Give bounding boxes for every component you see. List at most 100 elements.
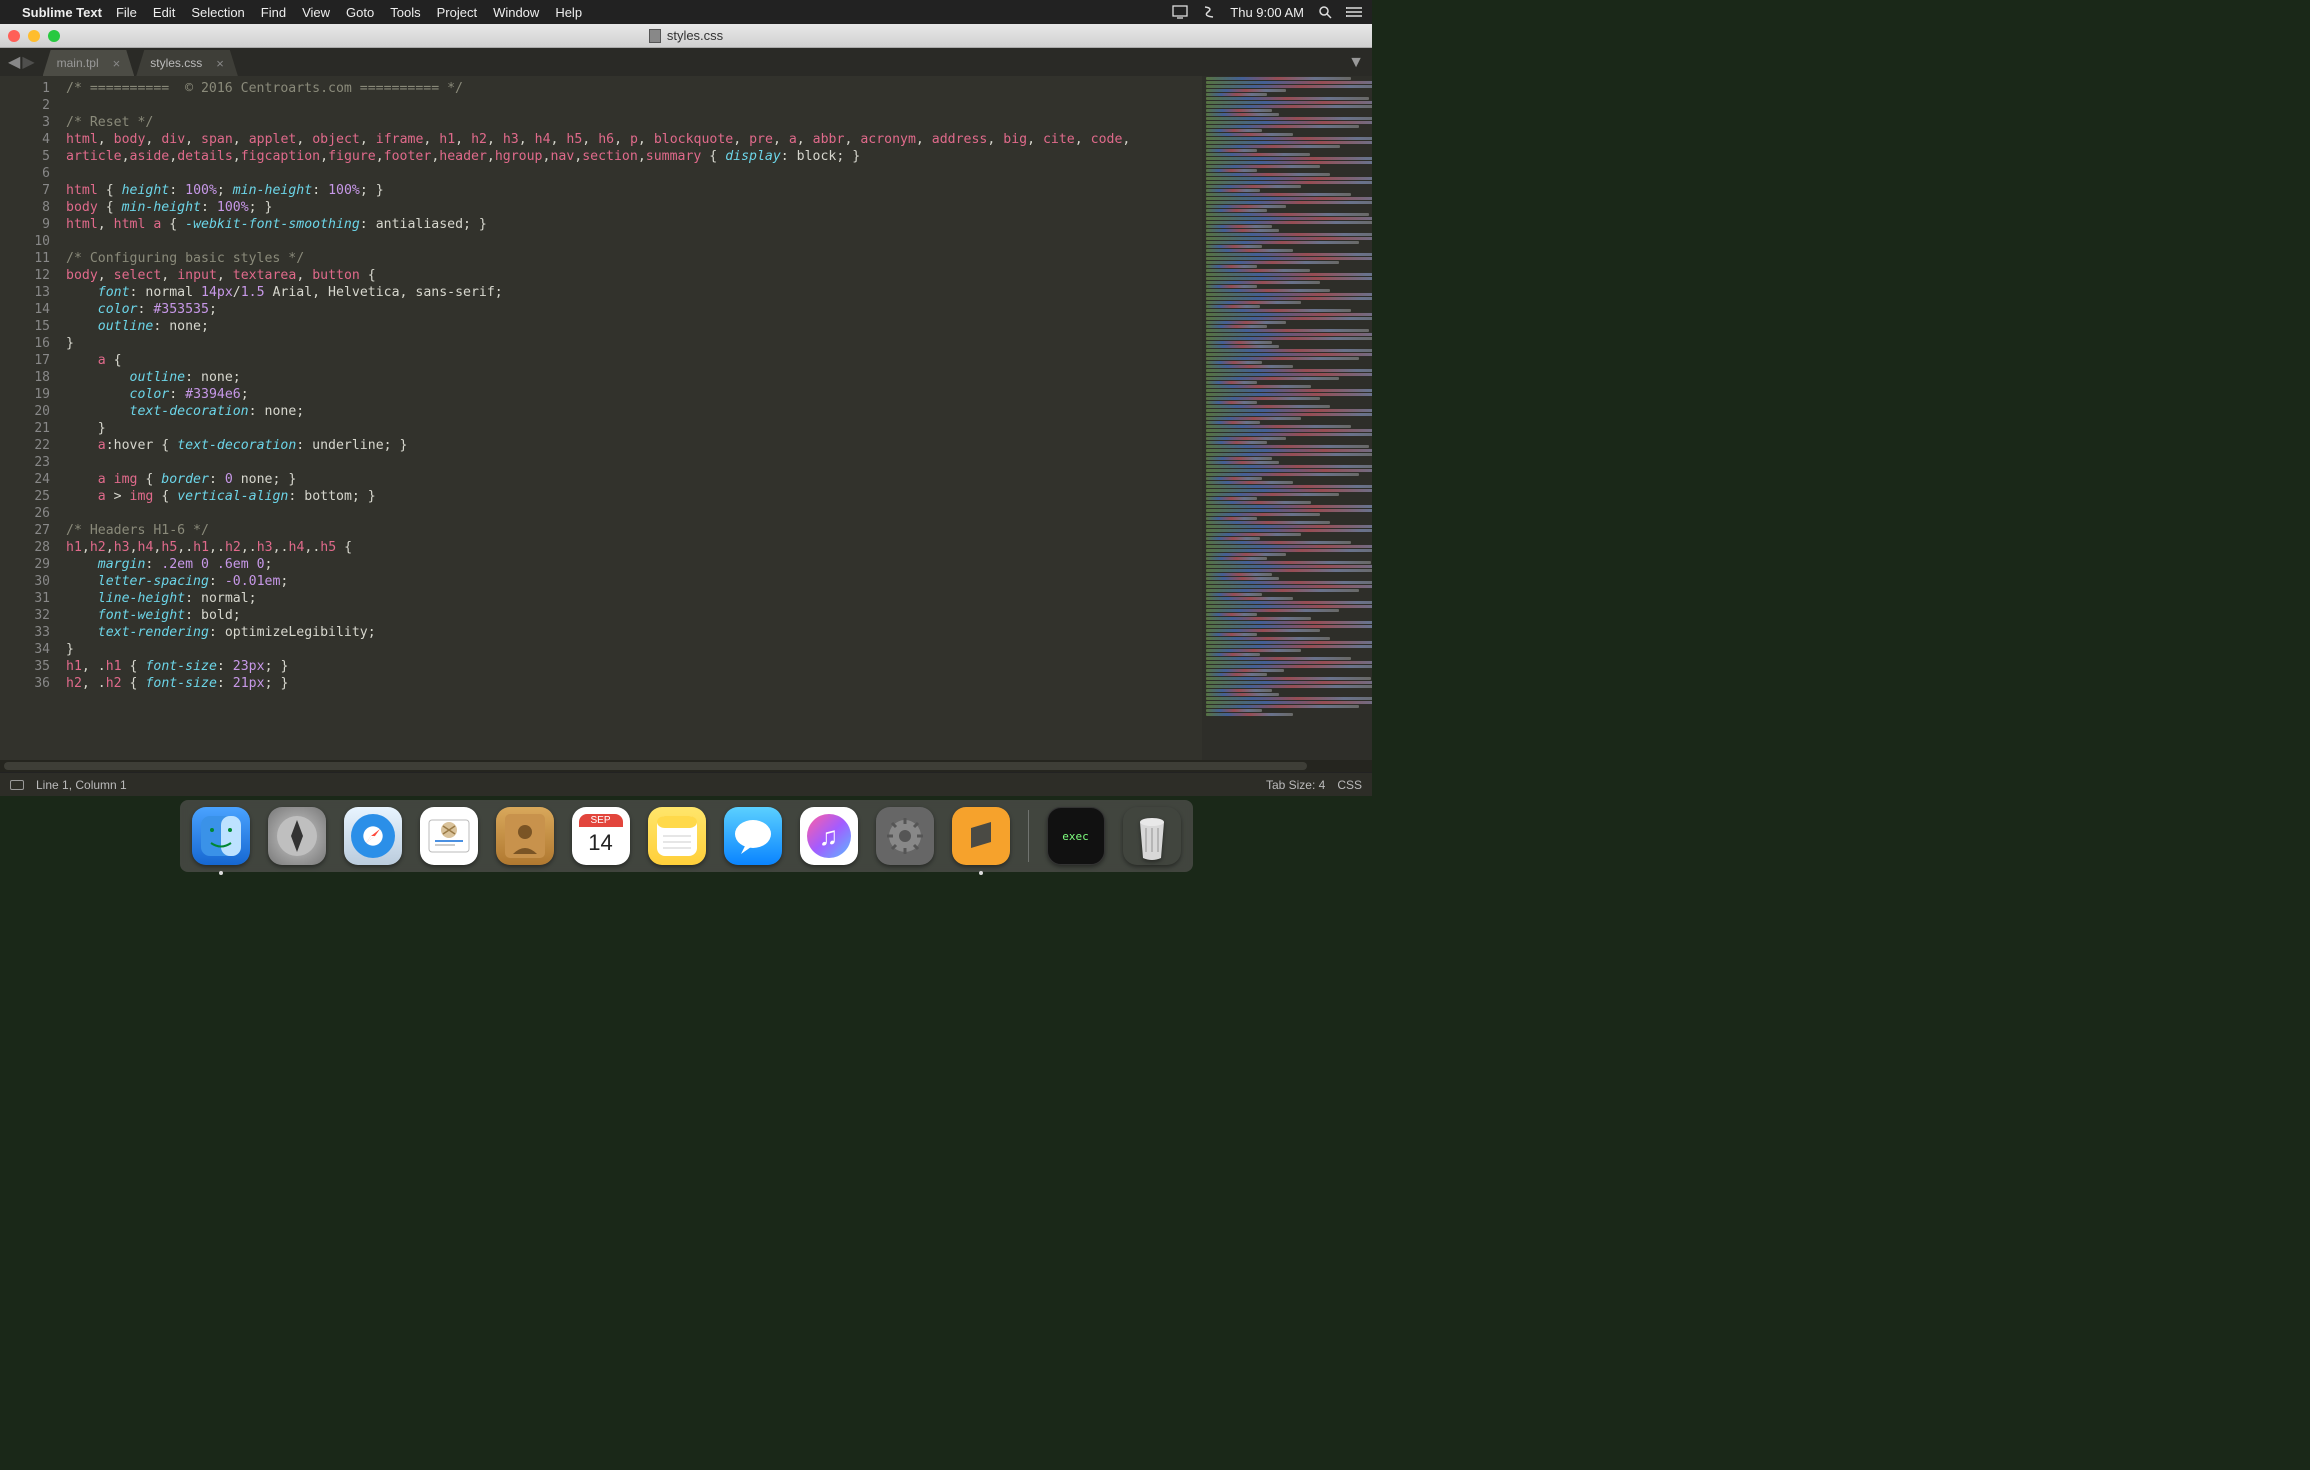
close-tab-icon[interactable]: ×: [113, 56, 121, 71]
tab-overflow-icon[interactable]: ▼: [1348, 54, 1364, 72]
code-line[interactable]: html, html a { -webkit-font-smoothing: a…: [66, 216, 1202, 233]
code-line[interactable]: body, select, input, textarea, button {: [66, 267, 1202, 284]
dock-itunes[interactable]: ♫: [800, 807, 858, 865]
menu-extras-icon[interactable]: [1346, 6, 1362, 18]
dock-system-preferences[interactable]: [876, 807, 934, 865]
code-line[interactable]: color: #353535;: [66, 301, 1202, 318]
code-line[interactable]: /* Headers H1-6 */: [66, 522, 1202, 539]
dock-terminal[interactable]: exec: [1047, 807, 1105, 865]
running-indicator: [219, 871, 223, 875]
tab-main-tpl[interactable]: main.tpl ×: [43, 50, 135, 76]
close-window-button[interactable]: [8, 30, 20, 42]
code-area[interactable]: /* ========== © 2016 Centroarts.com ====…: [60, 76, 1202, 760]
line-number: 32: [0, 607, 50, 624]
menu-goto[interactable]: Goto: [346, 5, 374, 20]
nav-forward-icon[interactable]: ▶: [22, 52, 34, 72]
dock-launchpad[interactable]: [268, 807, 326, 865]
spotlight-icon[interactable]: [1318, 5, 1332, 19]
tab-styles-css[interactable]: styles.css ×: [136, 50, 238, 76]
close-tab-icon[interactable]: ×: [216, 56, 224, 71]
line-number: 20: [0, 403, 50, 420]
line-number-gutter: 1234567891011121314151617181920212223242…: [0, 76, 60, 760]
minimap[interactable]: [1202, 76, 1372, 760]
code-line[interactable]: letter-spacing: -0.01em;: [66, 573, 1202, 590]
code-line[interactable]: text-rendering: optimizeLegibility;: [66, 624, 1202, 641]
line-number: 7: [0, 182, 50, 199]
code-line[interactable]: body { min-height: 100%; }: [66, 199, 1202, 216]
code-line[interactable]: color: #3394e6;: [66, 386, 1202, 403]
menu-view[interactable]: View: [302, 5, 330, 20]
code-line[interactable]: html, body, div, span, applet, object, i…: [66, 131, 1202, 148]
dock-notes[interactable]: [648, 807, 706, 865]
code-line[interactable]: /* Configuring basic styles */: [66, 250, 1202, 267]
script-menu-icon[interactable]: [1202, 5, 1216, 19]
calendar-month: SEP: [579, 814, 623, 827]
dock-safari[interactable]: [344, 807, 402, 865]
code-line[interactable]: margin: .2em 0 .6em 0;: [66, 556, 1202, 573]
dock-mail[interactable]: [420, 807, 478, 865]
line-number: 25: [0, 488, 50, 505]
code-line[interactable]: article,aside,details,figcaption,figure,…: [66, 148, 1202, 165]
menu-selection[interactable]: Selection: [191, 5, 244, 20]
line-number: 26: [0, 505, 50, 522]
code-line[interactable]: }: [66, 641, 1202, 658]
menu-window[interactable]: Window: [493, 5, 539, 20]
window-title: styles.css: [667, 28, 723, 43]
menu-file[interactable]: File: [116, 5, 137, 20]
menu-help[interactable]: Help: [555, 5, 582, 20]
code-line[interactable]: h1, .h1 { font-size: 23px; }: [66, 658, 1202, 675]
code-line[interactable]: [66, 233, 1202, 250]
code-line[interactable]: outline: none;: [66, 318, 1202, 335]
code-line[interactable]: [66, 97, 1202, 114]
code-line[interactable]: /* Reset */: [66, 114, 1202, 131]
code-line[interactable]: a {: [66, 352, 1202, 369]
dock-trash[interactable]: [1123, 807, 1181, 865]
line-number: 24: [0, 471, 50, 488]
code-line[interactable]: font-weight: bold;: [66, 607, 1202, 624]
code-line[interactable]: text-decoration: none;: [66, 403, 1202, 420]
screen-share-icon[interactable]: [1172, 5, 1188, 19]
menu-edit[interactable]: Edit: [153, 5, 175, 20]
minimize-window-button[interactable]: [28, 30, 40, 42]
code-line[interactable]: outline: none;: [66, 369, 1202, 386]
code-line[interactable]: h1,h2,h3,h4,h5,.h1,.h2,.h3,.h4,.h5 {: [66, 539, 1202, 556]
line-number: 21: [0, 420, 50, 437]
code-line[interactable]: font: normal 14px/1.5 Arial, Helvetica, …: [66, 284, 1202, 301]
scrollbar-thumb[interactable]: [4, 762, 1307, 770]
code-line[interactable]: html { height: 100%; min-height: 100%; }: [66, 182, 1202, 199]
dock-messages[interactable]: [724, 807, 782, 865]
code-line[interactable]: a img { border: 0 none; }: [66, 471, 1202, 488]
nav-back-icon[interactable]: ◀: [8, 52, 20, 72]
dock-calendar[interactable]: SEP 14: [572, 807, 630, 865]
horizontal-scrollbar[interactable]: [0, 760, 1372, 772]
line-number: 14: [0, 301, 50, 318]
code-line[interactable]: [66, 505, 1202, 522]
calendar-day: 14: [579, 827, 623, 858]
code-line[interactable]: a > img { vertical-align: bottom; }: [66, 488, 1202, 505]
line-number: 28: [0, 539, 50, 556]
running-indicator: [979, 871, 983, 875]
code-line[interactable]: }: [66, 420, 1202, 437]
clock[interactable]: Thu 9:00 AM: [1230, 5, 1304, 20]
code-line[interactable]: [66, 165, 1202, 182]
menu-find[interactable]: Find: [261, 5, 286, 20]
line-number: 11: [0, 250, 50, 267]
code-line[interactable]: h2, .h2 { font-size: 21px; }: [66, 675, 1202, 692]
code-line[interactable]: a:hover { text-decoration: underline; }: [66, 437, 1202, 454]
line-number: 10: [0, 233, 50, 250]
line-number: 4: [0, 131, 50, 148]
dock-contacts[interactable]: [496, 807, 554, 865]
code-line[interactable]: }: [66, 335, 1202, 352]
code-line[interactable]: line-height: normal;: [66, 590, 1202, 607]
dock-area: SEP 14 ♫ exec: [0, 784, 1372, 872]
dock-sublime-text[interactable]: [952, 807, 1010, 865]
menu-project[interactable]: Project: [437, 5, 477, 20]
app-name[interactable]: Sublime Text: [22, 5, 102, 20]
dock-finder[interactable]: [192, 807, 250, 865]
zoom-window-button[interactable]: [48, 30, 60, 42]
code-line[interactable]: /* ========== © 2016 Centroarts.com ====…: [66, 80, 1202, 97]
window-titlebar[interactable]: styles.css: [0, 24, 1372, 48]
menu-tools[interactable]: Tools: [390, 5, 420, 20]
editor: 1234567891011121314151617181920212223242…: [0, 76, 1372, 760]
code-line[interactable]: [66, 454, 1202, 471]
